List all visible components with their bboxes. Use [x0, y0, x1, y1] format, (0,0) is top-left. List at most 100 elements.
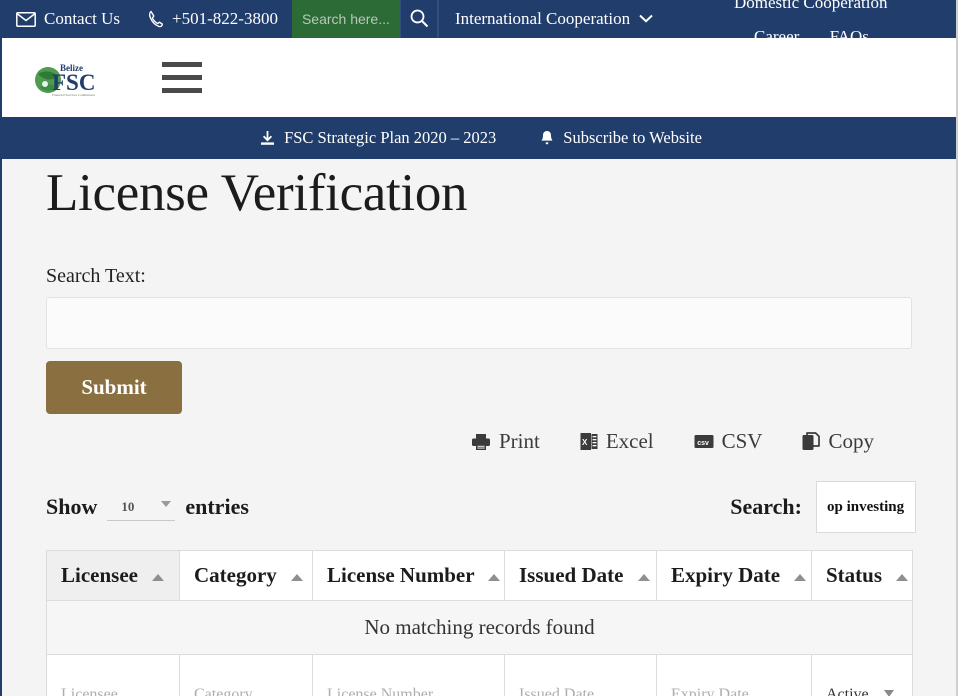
announcement-bar: FSC Strategic Plan 2020 – 2023 Subscribe…: [2, 117, 956, 159]
column-label: Status: [826, 563, 883, 587]
submit-button[interactable]: Submit: [46, 361, 182, 414]
envelope-icon: [16, 11, 36, 27]
sort-ascending-icon: [152, 573, 165, 581]
excel-label: Excel: [605, 429, 654, 453]
datatable-wrapper: Licensee Category License Number Issued …: [46, 550, 913, 696]
phone-link[interactable]: +501-822-3800: [134, 0, 292, 38]
show-label: Show: [46, 494, 98, 519]
filter-cell-category: [179, 654, 313, 696]
license-table: Licensee Category License Number Issued …: [46, 550, 913, 696]
sort-ascending-icon: [488, 573, 501, 581]
page-root: Contact Us +501-822-3800 International C…: [0, 0, 958, 696]
nav-domestic-cooperation[interactable]: Domestic Cooperation: [734, 0, 887, 11]
filter-select-status[interactable]: Active: [826, 684, 898, 696]
filter-cell-expiry-date: [656, 654, 812, 696]
print-button[interactable]: Print: [465, 428, 546, 455]
page-length-select[interactable]: 10: [107, 493, 176, 521]
international-cooperation-label: International Cooperation: [454, 9, 631, 28]
sort-ascending-icon: [291, 573, 304, 581]
column-label: Issued Date: [519, 563, 624, 587]
empty-message: No matching records found: [46, 600, 913, 655]
column-header-licensee[interactable]: Licensee: [46, 550, 180, 601]
search-text-input[interactable]: [46, 297, 912, 349]
sort-ascending-icon: [637, 573, 650, 581]
strategic-plan-link[interactable]: FSC Strategic Plan 2020 – 2023: [260, 128, 496, 148]
datatable-search-input[interactable]: [816, 481, 916, 533]
filter-cell-license-number: [312, 654, 505, 696]
csv-label: CSV: [721, 429, 763, 453]
logo-bar: Belize FSC Financial Services Commission: [2, 38, 956, 117]
fsc-logo-icon: Belize FSC Financial Services Commission: [35, 63, 95, 97]
column-header-license-number[interactable]: License Number: [312, 550, 505, 601]
subscribe-label: Subscribe to Website: [563, 128, 702, 147]
filter-input-issued-date[interactable]: [519, 684, 642, 696]
csv-button[interactable]: csv CSV: [688, 428, 769, 455]
filter-cell-status: Active: [811, 654, 913, 696]
chevron-down-icon: [639, 11, 653, 27]
svg-text:csv: csv: [697, 440, 709, 447]
sort-ascending-icon: [794, 573, 807, 581]
table-empty-row: No matching records found: [46, 600, 913, 655]
copy-label: Copy: [828, 429, 874, 453]
datatable-search-group: Search:: [730, 481, 916, 533]
column-label: Category: [194, 563, 277, 587]
export-buttons-row: Print X Excel csv CSV Copy: [46, 428, 916, 455]
filter-cell-issued-date: [504, 654, 657, 696]
header-search-input[interactable]: [291, 0, 400, 38]
filter-input-license-number[interactable]: [327, 684, 490, 696]
table-footer-filters: Active: [46, 654, 913, 696]
page-title: License Verification: [46, 164, 468, 222]
filter-cell-licensee: [46, 654, 180, 696]
contact-us-label: Contact Us: [44, 9, 121, 28]
svg-text:FSC: FSC: [52, 70, 95, 95]
file-csv-icon: csv: [694, 433, 714, 450]
hamburger-bar-2: [162, 75, 202, 80]
printer-icon: [471, 433, 491, 451]
filter-input-licensee[interactable]: [61, 684, 165, 696]
filter-row: Active: [46, 654, 913, 696]
column-label: Licensee: [61, 563, 138, 587]
column-header-issued-date[interactable]: Issued Date: [504, 550, 657, 601]
excel-button[interactable]: X Excel: [574, 428, 660, 455]
site-logo[interactable]: Belize FSC Financial Services Commission: [32, 58, 100, 98]
show-entries-group: Show 10 entries: [46, 493, 249, 521]
contact-us-link[interactable]: Contact Us: [2, 0, 134, 38]
search-icon: [409, 8, 429, 31]
main-content: License Verification Search Text: Submit…: [2, 159, 956, 696]
nav-international-cooperation[interactable]: International Cooperation: [439, 9, 669, 29]
copy-icon: [802, 432, 821, 451]
print-label: Print: [498, 429, 540, 453]
table-controls-row: Show 10 entries Search:: [46, 481, 916, 533]
column-header-category[interactable]: Category: [179, 550, 313, 601]
search-text-label: Search Text:: [46, 265, 146, 287]
status-selected-value: Active: [826, 686, 869, 696]
column-header-expiry-date[interactable]: Expiry Date: [656, 550, 812, 601]
page-length-value: 10: [121, 498, 135, 514]
sort-ascending-icon: [896, 573, 909, 581]
hamburger-bar-3: [162, 88, 202, 93]
bell-icon: [540, 130, 554, 146]
filter-input-expiry-date[interactable]: [671, 684, 797, 696]
header-search-group: [291, 0, 438, 38]
download-icon: [260, 130, 275, 146]
column-header-status[interactable]: Status: [811, 550, 913, 601]
menu-toggle-button[interactable]: [162, 58, 202, 97]
phone-label: +501-822-3800: [172, 9, 278, 28]
subscribe-link[interactable]: Subscribe to Website: [540, 128, 702, 148]
header-search-button[interactable]: [399, 0, 438, 38]
filter-input-category[interactable]: [194, 684, 298, 696]
phone-icon: [148, 10, 164, 28]
column-label: License Number: [327, 563, 475, 587]
svg-text:Financial Services Commission: Financial Services Commission: [52, 93, 95, 97]
copy-button[interactable]: Copy: [796, 428, 880, 455]
chevron-down-icon: [884, 690, 894, 696]
svg-text:X: X: [582, 438, 588, 447]
entries-label: entries: [185, 494, 249, 519]
chevron-down-icon: [161, 501, 172, 507]
hamburger-bar-1: [162, 62, 202, 67]
datatable-search-label: Search:: [730, 494, 802, 519]
table-body: No matching records found: [46, 600, 913, 655]
strategic-plan-label: FSC Strategic Plan 2020 – 2023: [284, 128, 497, 147]
file-excel-icon: X: [580, 432, 598, 451]
table-header-row: Licensee Category License Number Issued …: [46, 550, 913, 601]
